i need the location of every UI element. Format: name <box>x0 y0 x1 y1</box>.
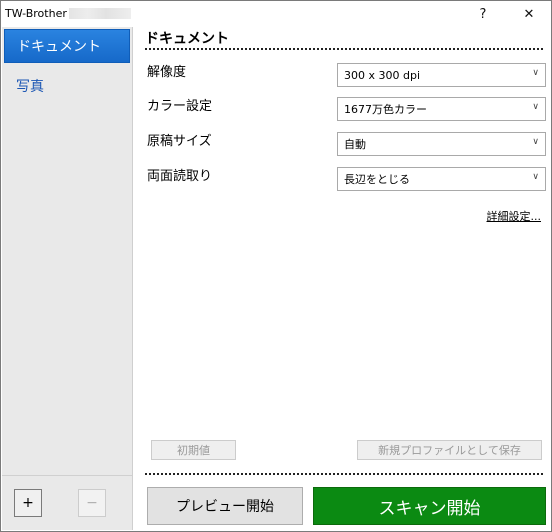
reset-defaults-button[interactable]: 初期値 <box>151 440 236 460</box>
color-setting-value: 1677万色カラー <box>344 103 427 116</box>
sidebar-item-label: 写真 <box>16 79 44 95</box>
window-title: TW-Brother <box>5 7 67 20</box>
sidebar-item-photo[interactable]: 写真 <box>4 69 130 103</box>
document-size-label: 原稿サイズ <box>147 134 212 149</box>
minus-icon: − <box>86 495 98 511</box>
save-as-new-profile-button[interactable]: 新規プロファイルとして保存 <box>357 440 542 460</box>
actions-divider <box>145 473 543 475</box>
resolution-label: 解像度 <box>147 65 187 80</box>
sidebar-divider <box>2 475 132 476</box>
resolution-value: 300 x 300 dpi <box>344 68 421 82</box>
duplex-label: 両面読取り <box>147 169 213 184</box>
chevron-down-icon: ∨ <box>532 172 539 182</box>
start-scan-button[interactable]: スキャン開始 <box>313 487 546 525</box>
resolution-select[interactable]: 300 x 300 dpi ∨ <box>337 63 546 87</box>
remove-profile-button[interactable]: − <box>78 489 106 517</box>
redacted-device-name <box>69 8 131 19</box>
section-divider <box>145 48 543 50</box>
scanner-dialog: TW-Brother ? ✕ ドキュメント 写真 + − ドキュメント 解像度 … <box>0 0 552 532</box>
color-setting-select[interactable]: 1677万色カラー ∨ <box>337 97 546 121</box>
help-icon: ? <box>479 6 487 22</box>
start-preview-button[interactable]: プレビュー開始 <box>147 487 303 525</box>
add-profile-button[interactable]: + <box>14 489 42 517</box>
plus-icon: + <box>22 495 34 511</box>
settings-panel: ドキュメント 解像度 300 x 300 dpi ∨ カラー設定 1677万色カ… <box>133 27 551 531</box>
document-size-select[interactable]: 自動 ∨ <box>337 132 546 156</box>
duplex-value: 長辺をとじる <box>344 173 410 186</box>
sidebar-item-label: ドキュメント <box>17 39 101 55</box>
close-icon: ✕ <box>523 6 535 22</box>
sidebar-item-document[interactable]: ドキュメント <box>4 29 130 63</box>
help-button[interactable]: ? <box>461 1 505 27</box>
document-size-value: 自動 <box>344 138 366 151</box>
section-title: ドキュメント <box>145 31 229 47</box>
color-setting-label: カラー設定 <box>147 99 213 114</box>
chevron-down-icon: ∨ <box>532 102 539 112</box>
chevron-down-icon: ∨ <box>532 68 539 78</box>
chevron-down-icon: ∨ <box>532 137 539 147</box>
close-button[interactable]: ✕ <box>507 1 551 27</box>
profile-sidebar: ドキュメント 写真 + − <box>2 27 133 530</box>
advanced-settings-link[interactable]: 詳細設定... <box>487 208 542 224</box>
duplex-select[interactable]: 長辺をとじる ∨ <box>337 167 546 191</box>
title-bar: TW-Brother ? ✕ <box>1 1 551 27</box>
